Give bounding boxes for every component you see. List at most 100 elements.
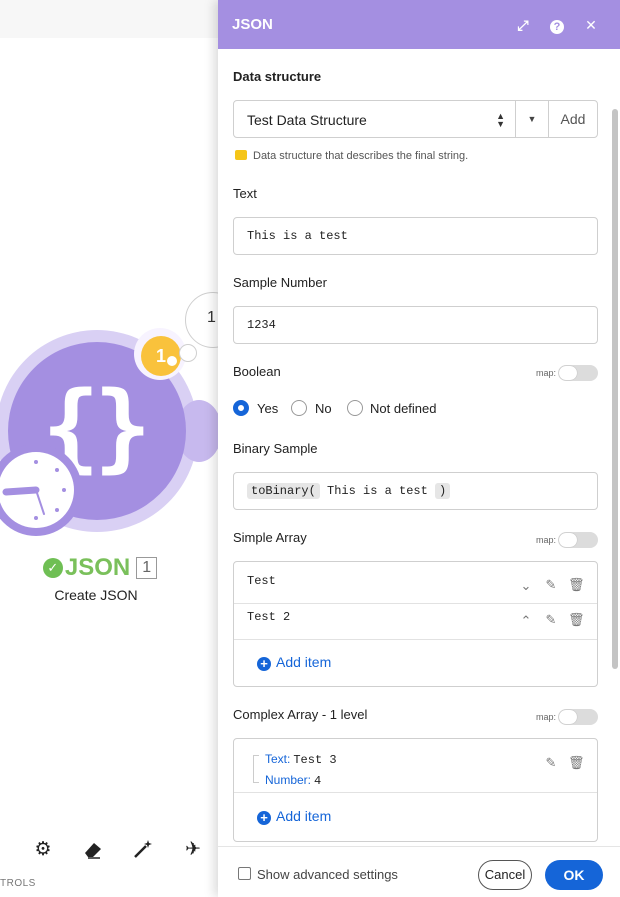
simple-array-item-value: Test 2 xyxy=(247,610,291,624)
item-bracket xyxy=(253,755,259,783)
expand-icon[interactable]: ⤢ xyxy=(512,14,534,36)
canvas-toolbar: ⚙ ✈ xyxy=(0,838,220,868)
function-close-pill[interactable]: ) xyxy=(435,483,451,499)
binary-sample-arg: This is a test xyxy=(327,484,428,498)
plus-circle-icon: + xyxy=(257,657,271,671)
map-label: map: xyxy=(536,712,557,722)
clock-icon[interactable] xyxy=(0,452,74,528)
trash-icon[interactable]: 🗑 xyxy=(568,578,585,594)
map-label: map: xyxy=(536,368,557,378)
advanced-settings-checkbox[interactable]: Show advanced settings xyxy=(238,867,398,882)
badge-bubble-dot-small xyxy=(167,356,177,366)
pencil-icon[interactable]: ✎ xyxy=(543,613,559,629)
radio-yes-label: Yes xyxy=(257,401,279,416)
close-icon[interactable]: ✕ xyxy=(580,14,602,36)
sample-number-label: Sample Number xyxy=(233,275,327,290)
simple-array-item-value: Test xyxy=(247,574,276,588)
map-toggle-knob xyxy=(559,710,577,724)
simple-array-item[interactable]: Test ⌄ ✎ 🗑 xyxy=(234,562,597,604)
clock-face-svg xyxy=(2,460,66,520)
number-value: 4 xyxy=(314,774,322,788)
sample-number-value: 1234 xyxy=(247,318,276,332)
plus-circle-icon: + xyxy=(257,811,271,825)
simple-array-label: Simple Array xyxy=(233,530,307,545)
module-label: ✓ JSON 1 xyxy=(0,554,200,582)
route-number-circle[interactable]: 1 xyxy=(185,292,220,348)
complex-array-label: Complex Array - 1 level xyxy=(233,707,368,722)
complex-item-text: Text: Test 3 xyxy=(265,752,337,767)
ok-button[interactable]: OK xyxy=(545,860,603,890)
text-label: Text xyxy=(233,186,257,201)
radio-not-defined-dot xyxy=(347,400,363,416)
map-toggle-knob xyxy=(559,533,577,547)
complex-array-box: Text: Test 3 Number: 4 ✎ 🗑 + Add item xyxy=(233,738,598,842)
check-icon: ✓ xyxy=(42,558,63,578)
panel-title: JSON xyxy=(232,16,273,33)
eraser-icon[interactable] xyxy=(81,838,105,862)
radio-no-dot xyxy=(291,400,307,416)
badge-bubble-dot xyxy=(179,344,197,362)
radio-not-defined-label: Not defined xyxy=(370,401,437,416)
chevron-down-icon: ▼ xyxy=(527,114,537,124)
data-structure-selected: Test Data Structure xyxy=(247,112,367,128)
controls-label: TROLS xyxy=(0,878,36,889)
data-structure-add-button[interactable]: Add xyxy=(548,100,598,138)
data-structure-select[interactable]: Test Data Structure ▲ ▼ xyxy=(233,100,516,138)
chevron-down-icon[interactable]: ⌄ xyxy=(518,579,534,595)
map-toggle-knob xyxy=(559,366,577,380)
complex-array-map-toggle[interactable]: map: xyxy=(536,709,598,725)
add-item-label: Add item xyxy=(276,654,332,670)
boolean-label: Boolean xyxy=(233,364,281,379)
sample-number-input[interactable]: 1234 xyxy=(233,306,598,344)
panel-header: JSON ⤢ ? ✕ xyxy=(218,0,620,49)
number-key: Number: xyxy=(265,773,312,787)
complex-array-add-item[interactable]: + Add item xyxy=(257,808,331,825)
module-subtitle: Create JSON xyxy=(54,587,138,603)
data-structure-hint-text: Data structure that describes the final … xyxy=(253,150,469,162)
panel-scrollbar[interactable] xyxy=(612,109,618,669)
binary-sample-input[interactable]: toBinary( This is a test ) xyxy=(233,472,598,510)
module-number: 1 xyxy=(136,557,158,579)
help-icon[interactable]: ? xyxy=(546,14,568,36)
trash-icon[interactable]: 🗑 xyxy=(568,756,585,772)
boolean-map-toggle[interactable]: map: xyxy=(536,365,598,381)
comment-icon xyxy=(235,150,247,160)
simple-array-map-toggle[interactable]: map: xyxy=(536,532,598,548)
canvas-top-band xyxy=(0,0,220,38)
airplane-icon[interactable]: ✈ xyxy=(181,838,205,862)
json-module-panel: JSON ⤢ ? ✕ Data structure Test Data Stru… xyxy=(218,0,620,897)
panel-footer: Show advanced settings Cancel OK xyxy=(218,846,620,897)
complex-array-item[interactable]: Text: Test 3 Number: 4 ✎ 🗑 xyxy=(234,739,597,793)
text-key: Text: xyxy=(265,752,291,766)
data-structure-hint: Data structure that describes the final … xyxy=(235,150,468,162)
data-structure-label: Data structure xyxy=(233,69,322,84)
to-binary-function-pill[interactable]: toBinary( xyxy=(247,483,320,499)
simple-array-add-item[interactable]: + Add item xyxy=(257,654,331,671)
text-input[interactable]: This is a test xyxy=(233,217,598,255)
pencil-icon[interactable]: ✎ xyxy=(543,578,559,594)
data-structure-dropdown-button[interactable]: ▼ xyxy=(515,100,549,138)
complex-item-number: Number: 4 xyxy=(265,773,321,788)
add-item-label: Add item xyxy=(276,808,332,824)
select-updown-icon: ▲ ▼ xyxy=(496,111,505,129)
map-label: map: xyxy=(536,535,557,545)
magic-wand-icon[interactable] xyxy=(131,838,155,862)
text-value: Test 3 xyxy=(293,753,337,767)
scenario-canvas: {} 1 1 ✓ JSON 1 Create JSON ⚙ ✈ TROLS xyxy=(0,0,220,897)
radio-yes-dot xyxy=(233,400,249,416)
trash-icon[interactable]: 🗑 xyxy=(568,613,585,629)
cancel-button[interactable]: Cancel xyxy=(478,860,532,890)
route-number: 1 xyxy=(207,309,216,326)
panel-body: Data structure Test Data Structure ▲ ▼ ▼ … xyxy=(218,49,620,846)
chevron-up-icon[interactable]: ⌃ xyxy=(518,614,534,630)
advanced-settings-label: Show advanced settings xyxy=(257,867,398,882)
gear-icon[interactable]: ⚙ xyxy=(31,838,55,862)
radio-no-label: No xyxy=(315,401,332,416)
checkbox-box xyxy=(238,867,251,880)
text-input-value: This is a test xyxy=(247,229,348,243)
binary-sample-label: Binary Sample xyxy=(233,441,318,456)
simple-array-box: Test ⌄ ✎ 🗑 Test 2 ⌃ ✎ 🗑 + Add item xyxy=(233,561,598,687)
module-name[interactable]: JSON xyxy=(65,554,130,582)
pencil-icon[interactable]: ✎ xyxy=(543,756,559,772)
simple-array-item[interactable]: Test 2 ⌃ ✎ 🗑 xyxy=(234,604,597,640)
